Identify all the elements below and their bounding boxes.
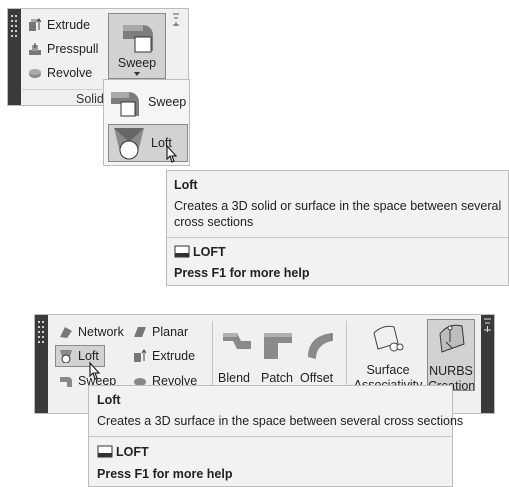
flyout-sweep-label: Sweep [148,95,187,109]
blend-icon [221,329,253,361]
tooltip-description: Creates a 3D surface in the space betwee… [97,414,464,428]
dropdown-arrow-icon [134,72,140,76]
tooltip-separator [167,237,508,238]
tooltip-command: LOFT [174,244,226,260]
nurbs-creation-label-line1: NURBS [429,364,473,378]
extrude-button[interactable]: Extrude [133,348,195,364]
sweep-large-icon [121,19,155,53]
mouse-cursor-icon [87,361,103,383]
offset-label: Offset [300,371,334,385]
surface-associativity-icon [372,323,404,355]
tooltip-title: Loft [97,393,121,407]
extrude-button[interactable]: Extrude [28,17,90,33]
group-divider [346,321,347,391]
sweep-icon [59,374,73,388]
offset-button[interactable]: Offset [300,321,342,391]
panel-pin-icon[interactable] [172,13,180,27]
tooltip-command-label: LOFT [116,445,149,459]
patch-icon [262,329,294,361]
network-button[interactable]: Network [59,324,124,340]
command-line-icon [174,245,190,259]
offset-icon [304,329,336,361]
presspull-button[interactable]: Presspull [28,41,98,57]
tooltip-command-label: LOFT [193,245,226,259]
sweep-flyout-menu: Sweep Loft [103,79,190,166]
group-divider [212,321,213,391]
tooltip-separator [89,436,452,437]
patch-button[interactable]: Patch [259,321,297,391]
blend-label: Blend [218,371,250,385]
sweep-icon [109,86,143,118]
planar-label: Planar [152,325,189,339]
loft-icon [112,126,146,160]
surface-associativity-button[interactable]: Surface Associativity [351,321,425,389]
planar-icon [133,325,147,339]
sweep-split-button[interactable]: Sweep [108,13,166,79]
flyout-item-sweep[interactable]: Sweep [109,85,186,119]
planar-button[interactable]: Planar [133,324,188,340]
patch-label: Patch [261,371,293,385]
nurbs-creation-icon [436,322,468,356]
mouse-cursor-icon [164,144,180,166]
presspull-icon [28,42,42,56]
panel-grip-handle[interactable] [35,315,48,413]
tooltip-command: LOFT [97,444,149,460]
network-label: Network [78,325,124,339]
extrude-icon [133,349,147,363]
extrude-icon [28,18,42,32]
tooltip-help: Press F1 for more help [174,266,310,280]
panel-grip-handle[interactable] [8,9,21,105]
command-line-icon [97,445,113,459]
revolve-button[interactable]: Revolve [28,65,92,81]
network-icon [59,325,73,339]
nurbs-creation-toggle[interactable]: NURBS Creation [427,319,475,391]
tooltip-help: Press F1 for more help [97,467,233,481]
loft-tooltip: Loft Creates a 3D surface in the space b… [88,385,463,487]
panel-pin-bar[interactable] [481,315,494,413]
extrude-label: Extrude [152,349,196,363]
loft-icon [59,349,73,363]
presspull-label: Presspull [47,42,99,56]
tooltip-description: Creates a 3D solid or surface in the spa… [174,199,502,229]
blend-button[interactable]: Blend [218,321,256,391]
extrude-label: Extrude [47,18,91,32]
surface-associativity-label-line1: Surface [366,363,410,377]
revolve-label: Revolve [47,66,93,80]
loft-tooltip: Loft Creates a 3D solid or surface in th… [166,170,509,286]
revolve-icon [28,66,42,80]
tooltip-title: Loft [174,178,198,192]
sweep-button-label: Sweep [117,56,157,70]
